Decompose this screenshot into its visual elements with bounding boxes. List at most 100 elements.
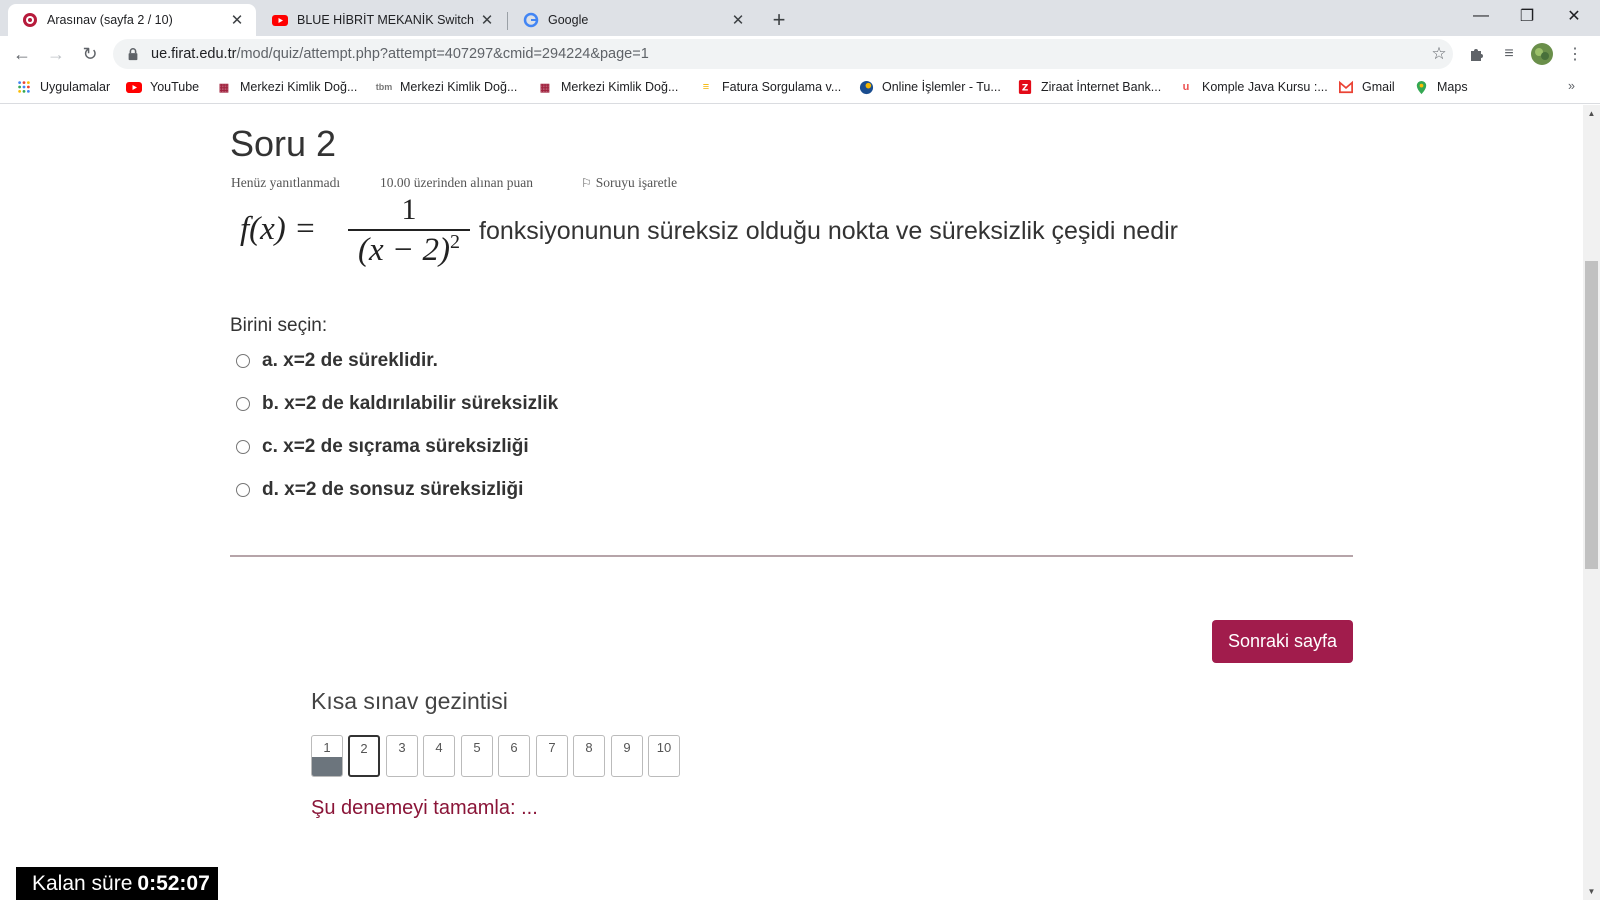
quiz-nav-page-5[interactable]: 5 bbox=[461, 735, 493, 777]
profile-avatar[interactable] bbox=[1530, 42, 1554, 66]
tbm-icon: tbm bbox=[375, 82, 393, 92]
quiz-nav-number: 9 bbox=[623, 740, 631, 755]
bookmark-kimlik-3[interactable]: ▦ Merkezi Kimlik Doğ... bbox=[537, 79, 679, 95]
page-content: Soru 2 Henüz yanıtlanmadı 10.00 üzerinde… bbox=[0, 105, 1583, 900]
bookmark-maps[interactable]: Maps bbox=[1413, 79, 1468, 95]
quiz-nav-page-8[interactable]: 8 bbox=[573, 735, 605, 777]
mernis-icon: ▦ bbox=[539, 81, 551, 94]
bookmark-label: Komple Java Kursu :... bbox=[1202, 80, 1328, 94]
answer-option-label: b. x=2 de kaldırılabilir süreksizlik bbox=[262, 393, 559, 414]
quiz-nav-number: 8 bbox=[585, 740, 593, 755]
next-page-button[interactable]: Sonraki sayfa bbox=[1212, 620, 1353, 663]
udemy-icon: u bbox=[1182, 81, 1190, 93]
section-divider bbox=[230, 555, 1353, 557]
quiz-nav-number: 6 bbox=[510, 740, 518, 755]
quiz-navigation-title: Kısa sınav gezintisi bbox=[311, 688, 508, 714]
minimize-icon[interactable]: — bbox=[1458, 0, 1504, 32]
quiz-nav-page-4[interactable]: 4 bbox=[423, 735, 455, 777]
radio-button[interactable] bbox=[236, 440, 250, 454]
tab-title: BLUE HİBRİT MEKANİK Switch de bbox=[297, 13, 478, 27]
new-tab-button[interactable]: + bbox=[765, 6, 793, 34]
quiz-nav-number: 2 bbox=[360, 741, 368, 756]
gmail-icon bbox=[1338, 79, 1354, 95]
quiz-nav-page-2[interactable]: 2 bbox=[348, 735, 380, 777]
formula-lhs: f(x) = bbox=[240, 211, 317, 247]
address-bar[interactable]: ue.firat.edu.tr/mod/quiz/attempt.php?att… bbox=[113, 39, 1453, 69]
answer-prompt: Birini seçin: bbox=[230, 315, 328, 336]
answer-option-a[interactable]: a. x=2 de süreklidir. bbox=[236, 350, 438, 372]
forward-icon[interactable]: → bbox=[42, 40, 70, 68]
bookmark-ziraat[interactable]: Z Ziraat İnternet Bank... bbox=[1017, 79, 1161, 95]
bookmark-kimlik-2[interactable]: tbm Merkezi Kimlik Doğ... bbox=[375, 79, 518, 95]
bookmarks-bar: Uygulamalar YouTube ▦ Merkezi Kimlik Doğ… bbox=[0, 72, 1600, 104]
quiz-nav-number: 7 bbox=[548, 740, 556, 755]
bookmark-java-kursu[interactable]: u Komple Java Kursu :... bbox=[1178, 79, 1328, 95]
fatura-icon: ≡ bbox=[702, 81, 710, 93]
page-scrollbar[interactable]: ▲ ▼ bbox=[1583, 105, 1600, 900]
tab-title: Arasınav (sayfa 2 / 10) bbox=[47, 13, 173, 27]
scroll-down-arrow-icon[interactable]: ▼ bbox=[1583, 883, 1600, 900]
bookmarks-overflow-icon[interactable]: » bbox=[1568, 79, 1575, 93]
youtube-favicon-icon bbox=[272, 15, 288, 26]
close-window-icon[interactable]: ✕ bbox=[1551, 0, 1597, 32]
radio-button[interactable] bbox=[236, 483, 250, 497]
answer-option-c[interactable]: c. x=2 de sıçrama süreksizliği bbox=[236, 436, 529, 458]
quiz-nav-page-6[interactable]: 6 bbox=[498, 735, 530, 777]
bookmark-star-icon[interactable]: ☆ bbox=[1425, 44, 1453, 64]
bookmark-online-islemler[interactable]: Online İşlemler - Tu... bbox=[858, 79, 1001, 95]
bookmark-label: Gmail bbox=[1362, 80, 1395, 94]
bookmark-label: Online İşlemler - Tu... bbox=[882, 80, 1001, 94]
restore-icon[interactable]: ❐ bbox=[1504, 0, 1550, 32]
bookmark-youtube[interactable]: YouTube bbox=[126, 79, 199, 95]
url-path: /mod/quiz/attempt.php?attempt=407297&cmi… bbox=[236, 46, 649, 62]
quiz-nav-number: 1 bbox=[323, 740, 331, 755]
quiz-nav-page-7[interactable]: 7 bbox=[536, 735, 568, 777]
quiz-nav-page-1[interactable]: 1 bbox=[311, 735, 343, 777]
back-icon[interactable]: ← bbox=[8, 40, 36, 68]
svg-text:Z: Z bbox=[1022, 84, 1028, 94]
tab-youtube[interactable]: BLUE HİBRİT MEKANİK Switch de ✕ bbox=[258, 4, 506, 36]
quiz-timer: Kalan süre 0:52:07 bbox=[16, 867, 218, 900]
question-status: Henüz yanıtlanmadı bbox=[231, 175, 341, 190]
reload-icon[interactable]: ↻ bbox=[76, 40, 104, 68]
browser-menu-icon[interactable]: ⋮ bbox=[1563, 42, 1587, 66]
lock-icon bbox=[128, 48, 138, 61]
bookmark-label: Uygulamalar bbox=[40, 80, 111, 94]
flag-question-link[interactable]: ⚐ Soruyu işaretle bbox=[581, 175, 677, 191]
close-tab-icon[interactable]: ✕ bbox=[729, 11, 747, 29]
close-tab-icon[interactable]: ✕ bbox=[478, 11, 496, 29]
media-queue-icon[interactable]: ≡ bbox=[1497, 42, 1521, 66]
finish-attempt-link[interactable]: Şu denemeyi tamamla: ... bbox=[311, 797, 538, 820]
timer-label: Kalan süre bbox=[32, 871, 133, 895]
tab-quiz[interactable]: Arasınav (sayfa 2 / 10) ✕ bbox=[8, 4, 256, 36]
quiz-nav-number: 3 bbox=[398, 740, 406, 755]
maps-icon bbox=[1413, 79, 1429, 95]
quiz-nav-page-3[interactable]: 3 bbox=[386, 735, 418, 777]
formula-numerator: 1 bbox=[401, 193, 417, 226]
bookmark-kimlik-1[interactable]: ▦ Merkezi Kimlik Doğ... bbox=[216, 79, 358, 95]
flag-icon: ⚐ bbox=[581, 176, 592, 190]
radio-button[interactable] bbox=[236, 397, 250, 411]
bookmark-fatura[interactable]: ≡ Fatura Sorgulama v... bbox=[698, 79, 841, 95]
tab-title: Google bbox=[548, 13, 589, 27]
question-text: fonksiyonunun süreksiz olduğu nokta ve s… bbox=[479, 217, 1178, 245]
tab-separator bbox=[507, 12, 508, 30]
answer-option-b[interactable]: b. x=2 de kaldırılabilir süreksizlik bbox=[236, 393, 558, 415]
bookmark-label: Merkezi Kimlik Doğ... bbox=[400, 80, 518, 94]
quiz-nav-page-9[interactable]: 9 bbox=[611, 735, 643, 777]
extensions-puzzle-icon[interactable] bbox=[1464, 42, 1488, 66]
close-tab-icon[interactable]: ✕ bbox=[228, 11, 246, 29]
edevlet-icon bbox=[858, 79, 874, 95]
answer-option-d[interactable]: d. x=2 de sonsuz süreksizliği bbox=[236, 479, 523, 501]
bookmark-gmail[interactable]: Gmail bbox=[1338, 79, 1395, 95]
scrollbar-thumb[interactable] bbox=[1585, 261, 1598, 569]
bookmark-label: Merkezi Kimlik Doğ... bbox=[561, 80, 679, 94]
denominator-base: (x − 2) bbox=[358, 232, 450, 268]
bookmark-apps[interactable]: Uygulamalar bbox=[16, 79, 110, 95]
tab-google[interactable]: Google ✕ bbox=[509, 4, 757, 36]
scroll-up-arrow-icon[interactable]: ▲ bbox=[1583, 105, 1600, 122]
bookmark-label: Ziraat İnternet Bank... bbox=[1041, 80, 1162, 94]
radio-button[interactable] bbox=[236, 354, 250, 368]
quiz-nav-page-10[interactable]: 10 bbox=[648, 735, 680, 777]
browser-toolbar: ← → ↻ ue.firat.edu.tr/mod/quiz/attempt.p… bbox=[0, 36, 1600, 72]
